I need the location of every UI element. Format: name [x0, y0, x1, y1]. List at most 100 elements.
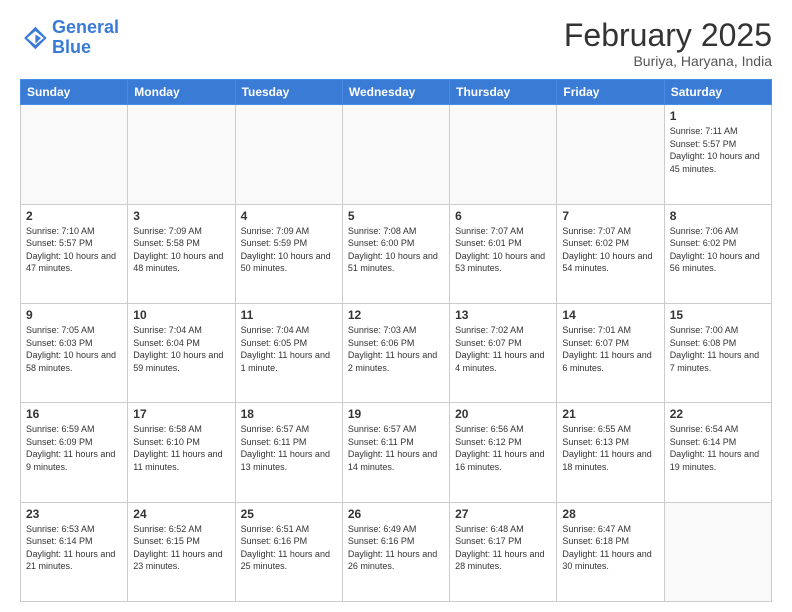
- day-cell: 23 Sunrise: 6:53 AM Sunset: 6:14 PM Dayli…: [21, 502, 128, 601]
- day-cell: 2 Sunrise: 7:10 AM Sunset: 5:57 PM Daylig…: [21, 204, 128, 303]
- day-cell: 22 Sunrise: 6:54 AM Sunset: 6:14 PM Dayli…: [664, 403, 771, 502]
- day-number: 17: [133, 407, 229, 421]
- day-number: 11: [241, 308, 337, 322]
- day-info: Sunrise: 6:58 AM Sunset: 6:10 PM Dayligh…: [133, 423, 229, 473]
- day-cell: 20 Sunrise: 6:56 AM Sunset: 6:12 PM Dayli…: [450, 403, 557, 502]
- calendar-table: SundayMondayTuesdayWednesdayThursdayFrid…: [20, 79, 772, 602]
- day-number: 9: [26, 308, 122, 322]
- day-cell: 26Sunrise: 6:49 AM Sunset: 6:16 PM Dayli…: [342, 502, 449, 601]
- day-cell: [557, 105, 664, 204]
- day-info: Sunrise: 6:56 AM Sunset: 6:12 PM Dayligh…: [455, 423, 551, 473]
- day-info: Sunrise: 6:54 AM Sunset: 6:14 PM Dayligh…: [670, 423, 766, 473]
- day-cell: 13 Sunrise: 7:02 AM Sunset: 6:07 PM Dayli…: [450, 303, 557, 402]
- day-info: Sunrise: 6:52 AM Sunset: 6:15 PM Dayligh…: [133, 523, 229, 573]
- logo-line1: General: [52, 17, 119, 37]
- col-header-friday: Friday: [557, 80, 664, 105]
- location: Buriya, Haryana, India: [564, 53, 772, 69]
- day-cell: 25Sunrise: 6:51 AM Sunset: 6:16 PM Dayli…: [235, 502, 342, 601]
- day-cell: 19Sunrise: 6:57 AM Sunset: 6:11 PM Dayli…: [342, 403, 449, 502]
- day-cell: 21Sunrise: 6:55 AM Sunset: 6:13 PM Dayli…: [557, 403, 664, 502]
- day-number: 20: [455, 407, 551, 421]
- day-info: Sunrise: 7:04 AM Sunset: 6:04 PM Dayligh…: [133, 324, 229, 374]
- day-number: 7: [562, 209, 658, 223]
- day-info: Sunrise: 7:07 AM Sunset: 6:01 PM Dayligh…: [455, 225, 551, 275]
- day-cell: 9 Sunrise: 7:05 AM Sunset: 6:03 PM Daylig…: [21, 303, 128, 402]
- day-info: Sunrise: 7:04 AM Sunset: 6:05 PM Dayligh…: [241, 324, 337, 374]
- day-info: Sunrise: 6:57 AM Sunset: 6:11 PM Dayligh…: [241, 423, 337, 473]
- day-cell: 24 Sunrise: 6:52 AM Sunset: 6:15 PM Dayli…: [128, 502, 235, 601]
- col-header-wednesday: Wednesday: [342, 80, 449, 105]
- week-row-3: 16 Sunrise: 6:59 AM Sunset: 6:09 PM Dayli…: [21, 403, 772, 502]
- day-info: Sunrise: 6:49 AM Sunset: 6:16 PM Dayligh…: [348, 523, 444, 573]
- logo-text: General Blue: [52, 18, 119, 58]
- day-number: 13: [455, 308, 551, 322]
- day-info: Sunrise: 7:02 AM Sunset: 6:07 PM Dayligh…: [455, 324, 551, 374]
- week-row-2: 9 Sunrise: 7:05 AM Sunset: 6:03 PM Daylig…: [21, 303, 772, 402]
- day-number: 5: [348, 209, 444, 223]
- day-cell: [21, 105, 128, 204]
- logo-line2: Blue: [52, 37, 91, 57]
- day-info: Sunrise: 6:48 AM Sunset: 6:17 PM Dayligh…: [455, 523, 551, 573]
- day-cell: 17 Sunrise: 6:58 AM Sunset: 6:10 PM Dayli…: [128, 403, 235, 502]
- day-info: Sunrise: 7:09 AM Sunset: 5:59 PM Dayligh…: [241, 225, 337, 275]
- week-row-0: 1 Sunrise: 7:11 AM Sunset: 5:57 PM Daylig…: [21, 105, 772, 204]
- day-number: 14: [562, 308, 658, 322]
- day-number: 8: [670, 209, 766, 223]
- day-cell: 15Sunrise: 7:00 AM Sunset: 6:08 PM Dayli…: [664, 303, 771, 402]
- day-info: Sunrise: 7:11 AM Sunset: 5:57 PM Dayligh…: [670, 125, 766, 175]
- day-cell: 4 Sunrise: 7:09 AM Sunset: 5:59 PM Daylig…: [235, 204, 342, 303]
- day-number: 2: [26, 209, 122, 223]
- day-cell: 3Sunrise: 7:09 AM Sunset: 5:58 PM Daylig…: [128, 204, 235, 303]
- col-header-tuesday: Tuesday: [235, 80, 342, 105]
- day-cell: 27Sunrise: 6:48 AM Sunset: 6:17 PM Dayli…: [450, 502, 557, 601]
- page: General Blue February 2025 Buriya, Harya…: [0, 0, 792, 612]
- day-number: 19: [348, 407, 444, 421]
- day-cell: 8 Sunrise: 7:06 AM Sunset: 6:02 PM Daylig…: [664, 204, 771, 303]
- day-number: 1: [670, 109, 766, 123]
- logo-icon: [20, 24, 48, 52]
- day-number: 21: [562, 407, 658, 421]
- day-number: 24: [133, 507, 229, 521]
- day-cell: 6 Sunrise: 7:07 AM Sunset: 6:01 PM Daylig…: [450, 204, 557, 303]
- day-cell: 1 Sunrise: 7:11 AM Sunset: 5:57 PM Daylig…: [664, 105, 771, 204]
- day-number: 16: [26, 407, 122, 421]
- header: General Blue February 2025 Buriya, Harya…: [20, 18, 772, 69]
- day-cell: [342, 105, 449, 204]
- day-cell: 5 Sunrise: 7:08 AM Sunset: 6:00 PM Daylig…: [342, 204, 449, 303]
- day-info: Sunrise: 7:00 AM Sunset: 6:08 PM Dayligh…: [670, 324, 766, 374]
- day-info: Sunrise: 7:01 AM Sunset: 6:07 PM Dayligh…: [562, 324, 658, 374]
- day-cell: 11 Sunrise: 7:04 AM Sunset: 6:05 PM Dayli…: [235, 303, 342, 402]
- logo: General Blue: [20, 18, 119, 58]
- day-number: 6: [455, 209, 551, 223]
- col-header-saturday: Saturday: [664, 80, 771, 105]
- day-cell: 10Sunrise: 7:04 AM Sunset: 6:04 PM Dayli…: [128, 303, 235, 402]
- day-cell: 18 Sunrise: 6:57 AM Sunset: 6:11 PM Dayli…: [235, 403, 342, 502]
- week-row-1: 2 Sunrise: 7:10 AM Sunset: 5:57 PM Daylig…: [21, 204, 772, 303]
- col-header-monday: Monday: [128, 80, 235, 105]
- day-info: Sunrise: 6:47 AM Sunset: 6:18 PM Dayligh…: [562, 523, 658, 573]
- day-number: 12: [348, 308, 444, 322]
- day-info: Sunrise: 6:53 AM Sunset: 6:14 PM Dayligh…: [26, 523, 122, 573]
- day-cell: [128, 105, 235, 204]
- day-cell: [664, 502, 771, 601]
- day-info: Sunrise: 7:07 AM Sunset: 6:02 PM Dayligh…: [562, 225, 658, 275]
- day-cell: 7 Sunrise: 7:07 AM Sunset: 6:02 PM Daylig…: [557, 204, 664, 303]
- day-info: Sunrise: 7:03 AM Sunset: 6:06 PM Dayligh…: [348, 324, 444, 374]
- calendar-header-row: SundayMondayTuesdayWednesdayThursdayFrid…: [21, 80, 772, 105]
- day-number: 23: [26, 507, 122, 521]
- day-info: Sunrise: 7:09 AM Sunset: 5:58 PM Dayligh…: [133, 225, 229, 275]
- day-cell: 16 Sunrise: 6:59 AM Sunset: 6:09 PM Dayli…: [21, 403, 128, 502]
- day-info: Sunrise: 7:06 AM Sunset: 6:02 PM Dayligh…: [670, 225, 766, 275]
- day-info: Sunrise: 7:10 AM Sunset: 5:57 PM Dayligh…: [26, 225, 122, 275]
- title-block: February 2025 Buriya, Haryana, India: [564, 18, 772, 69]
- day-cell: 14 Sunrise: 7:01 AM Sunset: 6:07 PM Dayli…: [557, 303, 664, 402]
- day-info: Sunrise: 7:08 AM Sunset: 6:00 PM Dayligh…: [348, 225, 444, 275]
- day-number: 4: [241, 209, 337, 223]
- week-row-4: 23 Sunrise: 6:53 AM Sunset: 6:14 PM Dayli…: [21, 502, 772, 601]
- day-number: 18: [241, 407, 337, 421]
- day-info: Sunrise: 6:51 AM Sunset: 6:16 PM Dayligh…: [241, 523, 337, 573]
- day-number: 22: [670, 407, 766, 421]
- day-info: Sunrise: 6:59 AM Sunset: 6:09 PM Dayligh…: [26, 423, 122, 473]
- day-info: Sunrise: 7:05 AM Sunset: 6:03 PM Dayligh…: [26, 324, 122, 374]
- col-header-thursday: Thursday: [450, 80, 557, 105]
